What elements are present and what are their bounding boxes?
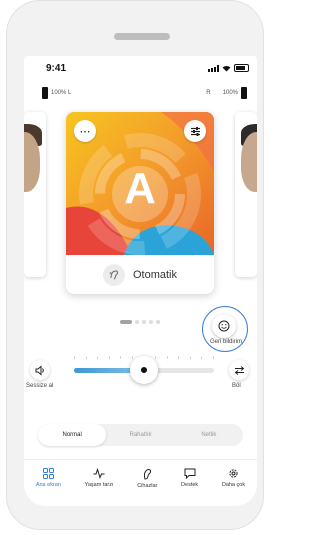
tab-more[interactable]: Daha çok — [222, 460, 245, 506]
tab-label: Yaşam tarzı — [84, 482, 114, 488]
pager-dot — [142, 320, 146, 324]
feedback-button[interactable] — [212, 314, 236, 338]
left-aid-battery-label: 100% L — [51, 90, 72, 96]
right-aid-prefix: R — [206, 90, 211, 96]
program-name: Otomatik — [132, 268, 177, 281]
app-screen: 9:41 100% L R 100% A ⋯ Otomatik Geri bil… — [24, 56, 257, 506]
right-aid-battery: R 100% — [206, 87, 247, 99]
mute-button[interactable] — [30, 360, 50, 380]
hearing-aid-icon — [143, 469, 151, 480]
prev-program-card[interactable] — [24, 112, 46, 277]
left-aid-battery: 100% L — [42, 87, 71, 99]
next-program-card[interactable] — [235, 112, 257, 277]
smiley-icon — [218, 320, 230, 332]
split-arrows-icon — [234, 365, 244, 375]
pager-dot — [149, 320, 153, 324]
right-aid-battery-label: 100% — [222, 90, 238, 96]
program-footer: Otomatik — [66, 255, 214, 294]
gear-icon — [229, 469, 238, 478]
segment-clarity[interactable]: Netlik — [175, 424, 243, 446]
tab-label: Daha çok — [221, 482, 246, 488]
pager-dot — [156, 320, 160, 324]
phone-speaker — [114, 33, 170, 40]
program-pager — [120, 320, 160, 324]
segment-normal[interactable]: Normal — [38, 424, 107, 446]
sound-mode-selector: Normal Rahatlık Netlik — [38, 424, 243, 446]
pager-dot-active — [120, 320, 132, 324]
signal-icon — [208, 64, 219, 72]
status-time: 9:41 — [46, 63, 67, 74]
more-icon: ⋯ — [79, 125, 91, 138]
mute-label: Sessize al — [26, 383, 54, 389]
program-settings-button[interactable] — [184, 120, 206, 142]
program-card[interactable]: A ⋯ Otomatik — [66, 112, 214, 294]
tab-label: Ana ekran — [35, 482, 61, 488]
sliders-icon — [190, 126, 200, 136]
tab-label: Destek — [181, 482, 199, 488]
feedback-label: Geri bildirim — [209, 339, 242, 345]
speaker-icon — [35, 364, 44, 376]
status-icons — [208, 64, 249, 72]
phone-battery-icon — [234, 64, 249, 72]
pager-dot — [135, 320, 139, 324]
more-button[interactable]: ⋯ — [74, 120, 96, 142]
phone-frame: 9:41 100% L R 100% A ⋯ Otomatik Geri bil… — [6, 0, 264, 530]
wifi-icon — [222, 65, 231, 71]
chat-icon — [184, 468, 196, 479]
pulse-icon — [93, 468, 105, 479]
right-aid-battery-icon — [241, 87, 247, 99]
bottom-tab-bar: Ana ekran Yaşam tarzı Cihazlar Destek Da… — [24, 459, 257, 506]
split-label: Böl — [232, 383, 241, 389]
tab-devices[interactable]: Cihazlar — [137, 460, 157, 506]
segment-comfort[interactable]: Rahatlık — [106, 424, 174, 446]
tab-home[interactable]: Ana ekran — [36, 460, 61, 506]
auto-program-icon — [102, 263, 125, 286]
left-aid-battery-icon — [42, 87, 48, 99]
tab-support[interactable]: Destek — [181, 460, 198, 506]
volume-slider-thumb[interactable] — [130, 356, 158, 384]
program-letter: A — [124, 164, 156, 213]
split-button[interactable] — [229, 360, 249, 380]
tab-label: Cihazlar — [137, 483, 158, 489]
grid-icon — [42, 468, 54, 479]
tab-lifestyle[interactable]: Yaşam tarzı — [85, 460, 114, 506]
